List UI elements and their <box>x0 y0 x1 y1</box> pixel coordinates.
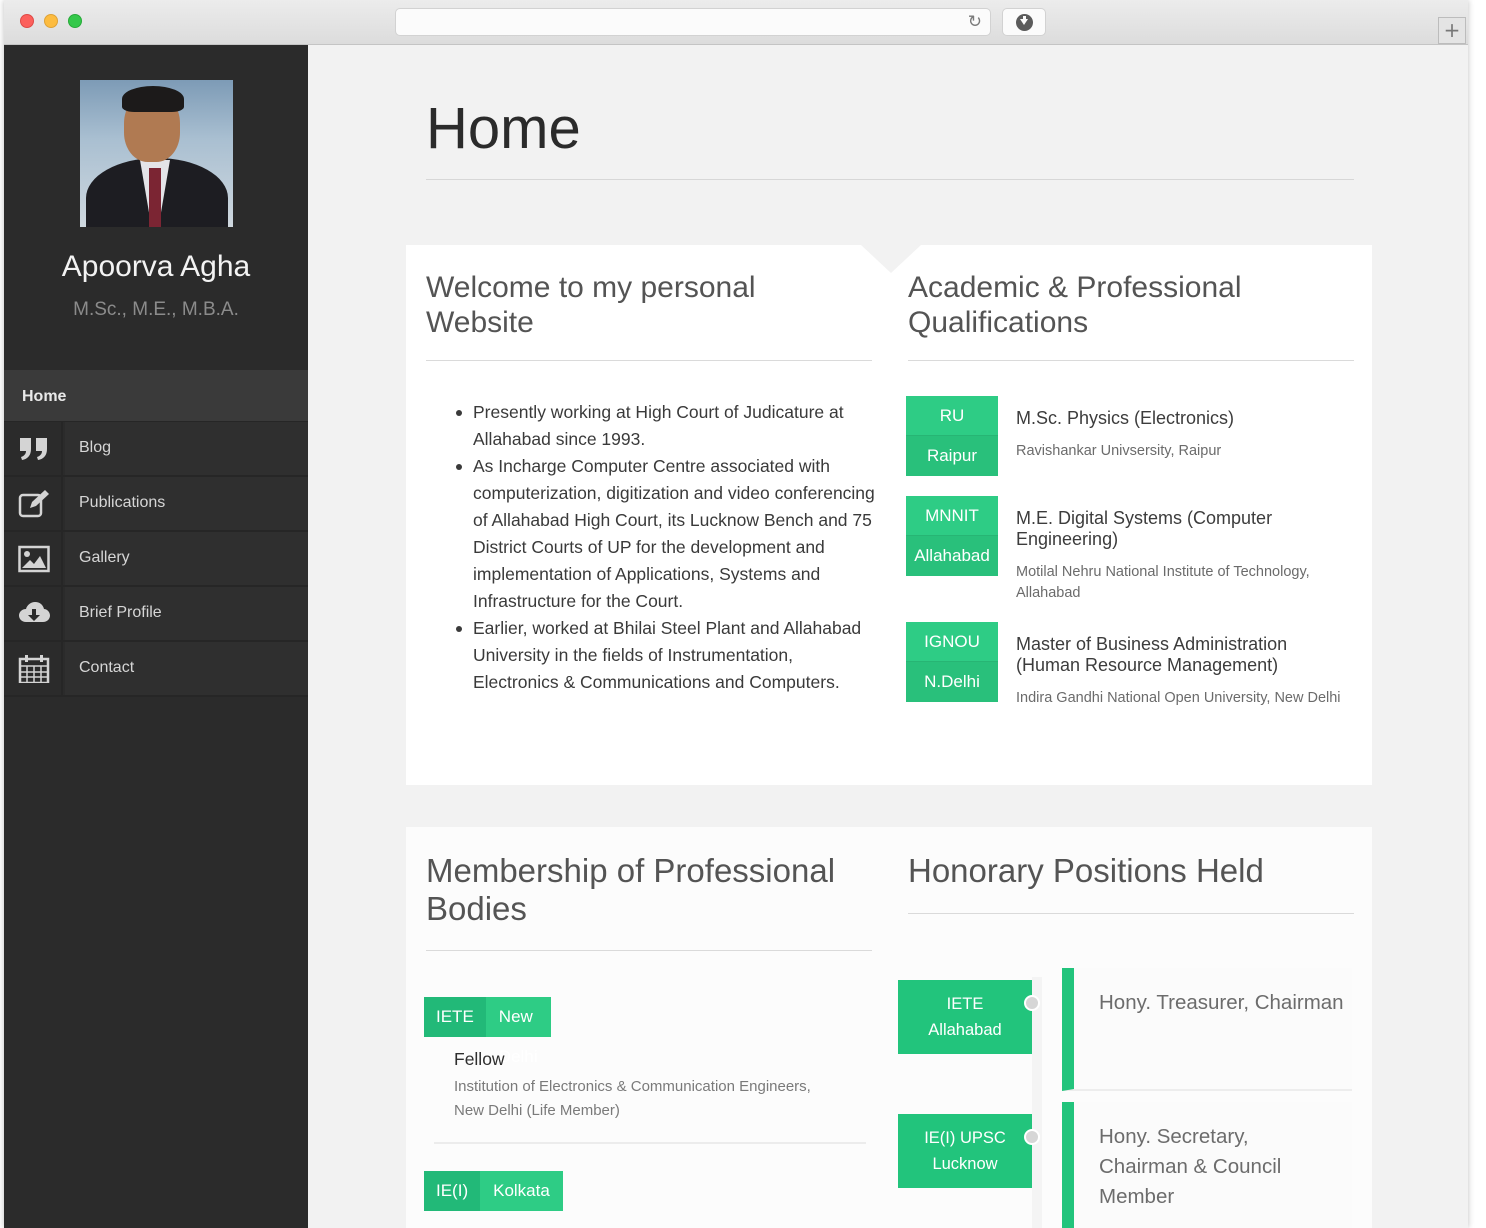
membership-tag: IETE New Delhi <box>424 997 551 1066</box>
download-button[interactable] <box>1002 8 1046 36</box>
close-window-button[interactable] <box>20 14 34 28</box>
quote-icon <box>20 438 47 460</box>
nav-icon-cell <box>4 587 63 640</box>
sidebar-item-contact[interactable]: Contact <box>4 642 308 697</box>
sidebar: Apoorva Agha M.Sc., M.E., M.B.A. Home Bl… <box>4 45 308 1228</box>
minimize-window-button[interactable] <box>44 14 58 28</box>
qualification-title: M.E. Digital Systems (Computer Engineeri… <box>1016 508 1273 549</box>
nav-label-cell: Publications <box>65 477 308 530</box>
qualifications-heading: Academic & Professional Qualifications <box>908 271 1242 339</box>
profile-degrees: M.Sc., M.E., M.B.A. <box>73 299 239 320</box>
qualification-institution: Motilal Nehru National Institute of Tech… <box>1016 564 1310 601</box>
image-icon <box>18 545 50 573</box>
panel-notch <box>861 245 921 273</box>
sidebar-item-label: Contact <box>79 659 135 676</box>
cloud-download-icon <box>19 602 50 622</box>
list-item: As Incharge Computer Centre associated w… <box>455 453 875 615</box>
photo-tie <box>149 168 161 227</box>
membership-location: New Delhi <box>485 997 551 1066</box>
qualification-badge: RU Raipur <box>906 396 998 476</box>
welcome-divider <box>426 360 872 361</box>
nav-icon-cell <box>4 532 63 585</box>
honorary-badge: IE(I) UPSC Lucknow <box>898 1114 1032 1188</box>
browser-titlebar: ↻ + <box>4 0 1468 45</box>
new-tab-button[interactable]: + <box>1438 17 1466 44</box>
membership-divider <box>426 950 872 951</box>
nav-label-cell: Brief Profile <box>65 587 308 640</box>
sidebar-item-gallery[interactable]: Gallery <box>4 532 308 587</box>
honorary-body: IE(I) UPSC <box>924 1129 1006 1147</box>
honorary-badge: IETE Allahabad <box>898 980 1032 1054</box>
badge-city: N.Delhi <box>906 662 998 702</box>
maximize-window-button[interactable] <box>68 14 82 28</box>
sidebar-item-label: Brief Profile <box>79 604 162 621</box>
membership-body: IETE <box>424 997 486 1037</box>
honorary-divider <box>908 913 1354 914</box>
sidebar-item-label: Blog <box>79 439 112 456</box>
sidebar-item-home[interactable]: Home <box>4 370 308 422</box>
sidebar-nav: Home Blog Publications Gallery Brief Pro… <box>4 370 308 697</box>
membership-card: Fellow Institution of Electronics & Comm… <box>434 1037 866 1144</box>
qualification-title: M.Sc. Physics (Electronics) <box>1016 408 1235 428</box>
honorary-body: IETE <box>946 995 984 1013</box>
nav-label-cell: Contact <box>65 642 308 695</box>
sidebar-item-label: Gallery <box>79 549 130 566</box>
qualification-badge: MNNIT Allahabad <box>906 496 998 576</box>
main-content: Home Welcome to my personal Website Pres… <box>308 45 1468 1228</box>
sidebar-item-publications[interactable]: Publications <box>4 477 308 532</box>
honorary-city: Lucknow <box>932 1155 998 1173</box>
sidebar-item-blog[interactable]: Blog <box>4 422 308 477</box>
honorary-card: Hony. Treasurer, Chairman <box>1062 968 1352 1091</box>
membership-location: Kolkata <box>480 1171 563 1211</box>
membership-tag: IE(I) Kolkata <box>424 1171 563 1211</box>
address-bar[interactable]: ↻ <box>395 8 991 36</box>
qualification-title: Master of Business Administration (Human… <box>1016 634 1288 675</box>
nav-label-cell: Gallery <box>65 532 308 585</box>
sidebar-item-label: Publications <box>79 494 166 511</box>
photo-hair <box>122 86 184 112</box>
badge-abbrev: RU <box>906 396 998 436</box>
badge-city: Raipur <box>906 436 998 476</box>
list-item: Earlier, worked at Bhilai Steel Plant an… <box>455 615 875 696</box>
browser-window: ↻ + Apoorva Agha M.Sc., M.E., M.B.A. Hom… <box>4 0 1468 1228</box>
honorary-position: Hony. Treasurer, Chairman <box>1099 991 1344 1014</box>
membership-description: Institution of Electronics & Communicati… <box>454 1078 811 1119</box>
timeline-dot <box>1024 1129 1040 1145</box>
timeline-line <box>1032 977 1042 1228</box>
profile-photo <box>80 80 233 227</box>
qualification-badge: IGNOU N.Delhi <box>906 622 998 702</box>
membership-role: Fellow <box>454 1049 505 1069</box>
download-icon <box>1016 14 1033 31</box>
honorary-position: Hony. Secretary, Chairman & Council Memb… <box>1099 1125 1282 1208</box>
welcome-list: Presently working at High Court of Judic… <box>455 399 875 696</box>
qualification-institution: Indira Gandhi National Open University, … <box>1016 690 1341 706</box>
badge-abbrev: MNNIT <box>906 496 998 536</box>
list-item: Presently working at High Court of Judic… <box>455 399 875 453</box>
memberships-panel: Membership of Professional Bodies IETE N… <box>406 827 1372 1228</box>
nav-icon-cell <box>4 477 63 530</box>
edit-icon <box>18 490 49 518</box>
qualifications-divider <box>908 360 1354 361</box>
nav-icon-cell <box>4 422 63 475</box>
profile-name: Apoorva Agha <box>61 250 251 283</box>
welcome-heading: Welcome to my personal Website <box>426 271 756 339</box>
nav-icon-cell <box>4 642 63 695</box>
honorary-card: Hony. Secretary, Chairman & Council Memb… <box>1062 1102 1352 1228</box>
intro-panel: Welcome to my personal Website Presently… <box>406 245 1372 785</box>
calendar-icon <box>18 655 50 683</box>
nav-label-cell: Blog <box>65 422 308 475</box>
qualification-institution: Ravishankar Univsersity, Raipur <box>1016 443 1222 459</box>
badge-city: Allahabad <box>906 536 998 576</box>
title-divider <box>426 179 1354 180</box>
timeline-dot <box>1024 995 1040 1011</box>
sidebar-item-brief-profile[interactable]: Brief Profile <box>4 587 308 642</box>
page-title: Home <box>426 96 581 161</box>
membership-heading: Membership of Professional Bodies <box>426 852 836 927</box>
membership-body: IE(I) <box>424 1171 481 1211</box>
honorary-city: Allahabad <box>928 1021 1002 1039</box>
reload-icon[interactable]: ↻ <box>968 12 982 32</box>
honorary-heading: Honorary Positions Held <box>908 852 1264 889</box>
badge-abbrev: IGNOU <box>906 622 998 662</box>
